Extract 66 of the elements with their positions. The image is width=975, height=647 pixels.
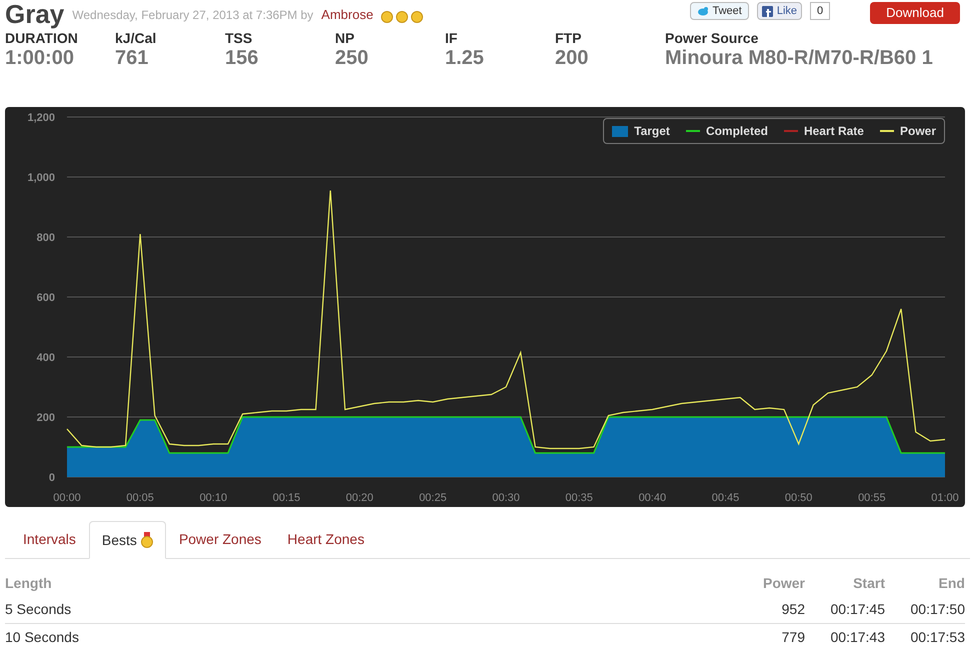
- stat-label: DURATION: [5, 30, 79, 46]
- table-cell: 00:17:50: [885, 596, 965, 624]
- smiley-icon: [381, 11, 394, 23]
- stat-label: FTP: [555, 30, 582, 46]
- x-axis-label: 00:40: [638, 492, 666, 504]
- x-axis-label: 00:50: [784, 492, 812, 504]
- stat-label: kJ/Cal: [115, 30, 158, 46]
- x-axis-label: 00:20: [346, 492, 374, 504]
- stat-value: 200: [555, 46, 590, 70]
- y-axis-label: 800: [36, 232, 55, 244]
- column-header: Length: [5, 574, 53, 593]
- like-count: 0: [810, 2, 830, 20]
- tweet-button[interactable]: Tweet: [690, 2, 749, 20]
- like-button[interactable]: Like: [756, 2, 802, 20]
- column-header: Power: [762, 574, 805, 593]
- tab[interactable]: Intervals: [10, 521, 89, 558]
- x-axis-label: 00:45: [712, 492, 740, 504]
- y-axis-label: 1,000: [27, 172, 55, 184]
- y-axis-label: 1,200: [27, 112, 55, 124]
- stat-value: Minoura M80-R/M70-R/B60 1: [665, 46, 933, 70]
- y-axis-label: 200: [36, 412, 55, 424]
- legend-label: Power: [900, 123, 936, 140]
- x-axis-label: 00:35: [565, 492, 593, 504]
- download-button[interactable]: Download: [870, 2, 960, 24]
- author-link[interactable]: Ambrose: [321, 4, 374, 24]
- tab[interactable]: Power Zones: [166, 521, 274, 558]
- stat-value: 1:00:00: [5, 46, 75, 70]
- smiley-icon: [396, 11, 408, 23]
- x-axis-label: 00:15: [272, 492, 300, 504]
- y-axis-label: 0: [48, 472, 55, 484]
- smiley-icon: [411, 11, 424, 23]
- stat-value: 156: [225, 46, 260, 70]
- x-axis-label: 01:00: [931, 492, 959, 504]
- x-axis-label: 00:05: [126, 492, 154, 504]
- legend-label: Completed: [706, 123, 768, 140]
- bird-icon: [696, 6, 708, 16]
- x-axis-label: 00:30: [492, 492, 520, 504]
- legend-label: Heart Rate: [804, 123, 864, 140]
- workout-title: Gray: [5, 0, 64, 28]
- column-header: End: [885, 571, 965, 596]
- stat-value: 1.25: [445, 46, 485, 70]
- stat-value: 250: [335, 46, 370, 70]
- y-axis-label: 600: [36, 292, 55, 304]
- workout-date: Wednesday, February 27, 2013 at 7:36PM by: [72, 7, 314, 24]
- table-cell: 10 Seconds: [5, 624, 725, 647]
- f-logo-icon: [762, 6, 773, 16]
- stat-value: 761: [115, 46, 150, 70]
- stat-label: NP: [335, 30, 356, 46]
- y-axis-label: 400: [36, 352, 55, 364]
- legend-label: Target: [634, 123, 670, 140]
- tab[interactable]: Heart Zones: [274, 521, 378, 558]
- x-axis-label: 00:55: [858, 492, 886, 504]
- table-cell: 00:17:43: [805, 624, 885, 647]
- table-cell: 779: [725, 624, 805, 647]
- x-axis-label: 00:00: [53, 492, 81, 504]
- table-cell: 5 Seconds: [5, 596, 725, 624]
- x-axis-label: 00:10: [200, 492, 228, 504]
- stat-label: TSS: [225, 30, 254, 46]
- table-cell: 952: [725, 596, 805, 624]
- stat-label: Power Source: [665, 30, 760, 46]
- stat-label: IF: [445, 30, 458, 46]
- x-axis-label: 00:25: [419, 492, 447, 504]
- tab[interactable]: Bests: [88, 521, 166, 559]
- table-cell: 00:17:53: [885, 624, 965, 647]
- column-header: Start: [805, 571, 885, 596]
- table-cell: 00:17:45: [805, 596, 885, 624]
